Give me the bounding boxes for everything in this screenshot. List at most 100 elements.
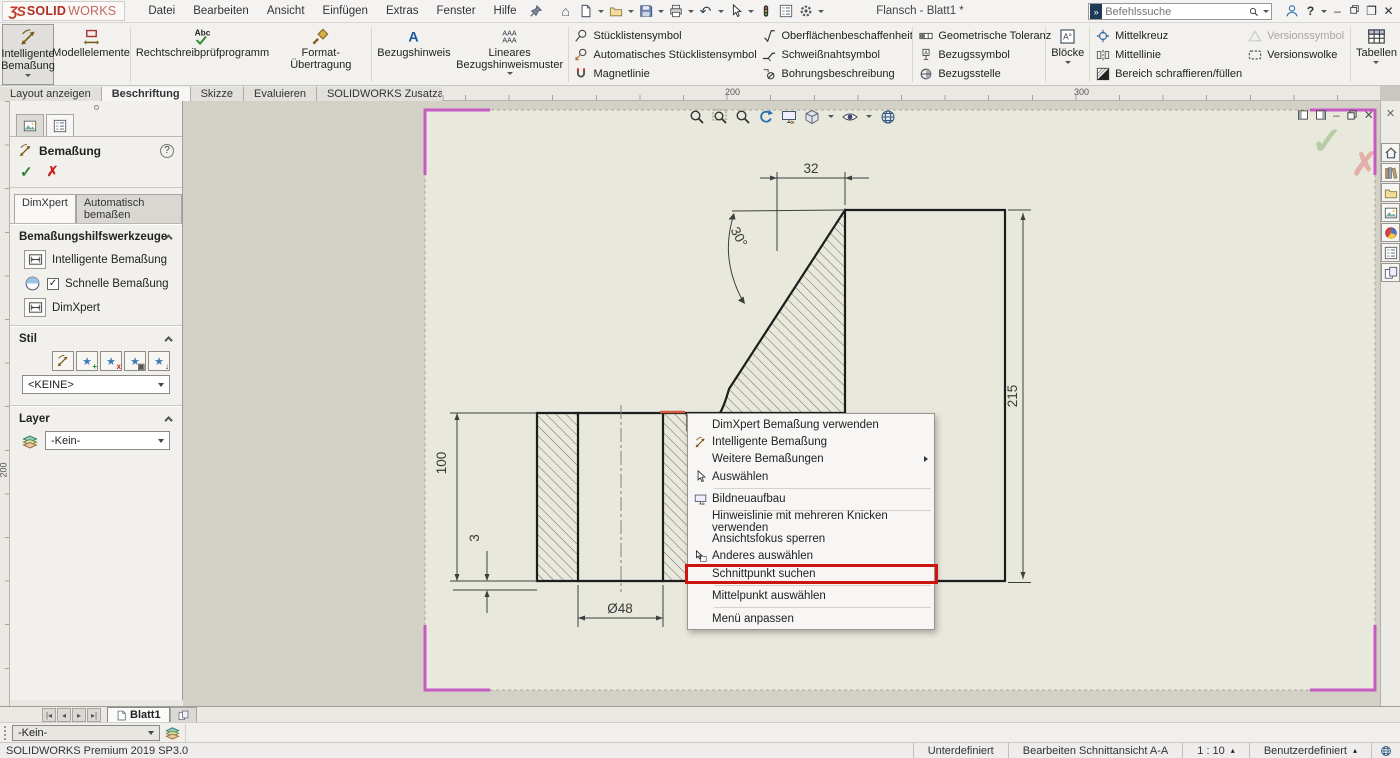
ribbon-mittellinie[interactable]: Mittellinie — [1096, 46, 1240, 63]
ribbon-oberflaechenbeschaffenheit[interactable]: Oberflächenbeschaffenheit — [762, 27, 906, 44]
display-style-icon[interactable] — [803, 108, 821, 126]
home-button[interactable]: ⌂ — [557, 2, 575, 20]
user-account-icon[interactable] — [1283, 2, 1301, 20]
collapse-chevron-icon[interactable] — [164, 416, 172, 424]
sheet-nav-prev-icon[interactable]: ◂ — [57, 708, 71, 722]
menu-item-bildneuaufbau[interactable]: Bildneuaufbau — [688, 491, 934, 508]
minimize-button[interactable]: – — [1329, 0, 1346, 22]
ok-button[interactable]: ✓ — [20, 163, 33, 181]
redraw-icon[interactable] — [780, 108, 798, 126]
ribbon-schweissnahtsymbol[interactable]: Schweißnahtsymbol — [762, 46, 906, 63]
ribbon-rechtschreibpruefung[interactable]: Rechtschreibprüfprogramm — [133, 24, 272, 85]
selection-filter-button[interactable] — [757, 2, 775, 20]
status-connection[interactable] — [1371, 743, 1400, 758]
group-header-bemassungshilfswerkzeuge[interactable]: Bemaßungshilfswerkzeuge — [10, 224, 182, 247]
style-dropdown[interactable]: <KEINE> — [22, 375, 170, 394]
taskpane-view-palette-button[interactable] — [1381, 203, 1400, 222]
ribbon-modellelemente[interactable]: Modellelemente — [54, 24, 128, 85]
menu-item-ansichtsfokus-sperren[interactable]: Ansichtsfokus sperren — [688, 530, 934, 547]
save-button[interactable] — [637, 2, 655, 20]
dropdown-caret[interactable] — [1373, 61, 1379, 64]
dim-100[interactable]: 100 — [434, 452, 449, 475]
scale-popup-arrow-icon[interactable]: ▴ — [1231, 746, 1235, 755]
open-button[interactable] — [607, 2, 625, 20]
sheet-nav-first-icon[interactable]: |◂ — [42, 708, 56, 722]
dock-left-icon[interactable] — [1297, 109, 1309, 121]
display-style-caret[interactable] — [828, 115, 834, 118]
menu-datei[interactable]: Datei — [139, 0, 184, 22]
group-header-layer[interactable]: Layer — [10, 406, 182, 429]
ribbon-bloecke[interactable]: Blöcke — [1048, 24, 1087, 85]
menu-item-auswaehlen[interactable]: Auswählen — [688, 468, 934, 485]
hide-show-items-icon[interactable] — [841, 108, 859, 126]
open-dropdown-caret[interactable] — [628, 10, 634, 13]
dim-32[interactable]: 32 — [803, 161, 818, 176]
select-dropdown-caret[interactable] — [748, 10, 754, 13]
ribbon-bereich-schraffieren[interactable]: Bereich schraffieren/füllen — [1096, 65, 1240, 82]
pm-tab-view-palette[interactable] — [16, 114, 44, 136]
layer-properties-button[interactable] — [164, 724, 186, 742]
ribbon-bezugssymbol[interactable]: Bezugssymbol — [919, 46, 1039, 63]
status-sheet-scale[interactable]: 1 : 10▴ — [1182, 743, 1249, 758]
style-add-button[interactable]: ★+ — [76, 351, 98, 371]
style-save-button[interactable]: ★▣ — [124, 351, 146, 371]
units-popup-arrow-icon[interactable]: ▴ — [1353, 746, 1357, 755]
ribbon-mittelkreuz[interactable]: Mittelkreuz — [1096, 27, 1240, 44]
tool-intelligente-bemassung[interactable]: Intelligente Bemaßung — [10, 247, 182, 272]
ribbon-stuecklistensymbol[interactable]: Stücklistensymbol — [574, 27, 754, 44]
sheet-nav-last-icon[interactable]: ▸| — [87, 708, 101, 722]
ribbon-format-uebertragung[interactable]: Format-Übertragung — [272, 24, 369, 85]
tool-dimxpert[interactable]: DimXpert — [10, 295, 182, 320]
taskpane-file-explorer-button[interactable] — [1381, 183, 1400, 202]
ribbon-versionswolke[interactable]: Versionswolke — [1248, 46, 1344, 63]
ribbon-intelligente-bemassung[interactable]: Intelligente Bemaßung — [2, 24, 54, 85]
style-load-button[interactable]: ★↓ — [148, 351, 170, 371]
taskpane-custom-properties-button[interactable] — [1381, 243, 1400, 262]
ribbon-bohrungsbeschreibung[interactable]: Bohrungsbeschreibung — [762, 65, 906, 82]
menu-item-menue-anpassen[interactable]: Menü anpassen — [688, 610, 934, 627]
dropdown-caret[interactable] — [25, 74, 31, 77]
sheet-nav-next-icon[interactable]: ▸ — [72, 708, 86, 722]
tab-skizze[interactable]: Skizze — [191, 86, 244, 101]
undo-button[interactable]: ↶ — [697, 2, 715, 20]
new-dropdown-caret[interactable] — [598, 10, 604, 13]
search-dropdown-caret[interactable] — [1263, 10, 1269, 13]
group-header-stil[interactable]: Stil — [10, 326, 182, 349]
menu-item-mittelpunkt-auswaehlen[interactable]: Mittelpunkt auswählen — [688, 588, 934, 605]
taskpane-design-library-button[interactable] — [1381, 163, 1400, 182]
confirmation-cancel-icon[interactable]: ✗ — [1351, 145, 1378, 183]
toolbar-grip[interactable] — [4, 726, 7, 740]
layer-dropdown[interactable]: -Kein- — [45, 431, 170, 450]
new-document-button[interactable] — [577, 2, 595, 20]
menu-ansicht[interactable]: Ansicht — [258, 0, 314, 22]
add-sheet-tab[interactable] — [170, 707, 197, 722]
print-dropdown-caret[interactable] — [688, 10, 694, 13]
doc-close-icon[interactable]: ✕ — [1364, 108, 1374, 122]
rotate-view-icon[interactable] — [757, 108, 775, 126]
tool-schnelle-bemassung[interactable]: ✓ Schnelle Bemaßung — [10, 272, 182, 295]
dropdown-caret[interactable] — [507, 72, 513, 75]
menu-item-intelligente-bemassung[interactable]: Intelligente Bemaßung — [688, 433, 934, 450]
ribbon-geometrische-toleranz[interactable]: Geometrische Toleranz — [919, 27, 1039, 44]
taskpane-compare-button[interactable] — [1381, 263, 1400, 282]
command-search-box[interactable]: » — [1088, 3, 1272, 20]
help-icon[interactable]: ? — [160, 144, 174, 158]
menu-extras[interactable]: Extras — [377, 0, 428, 22]
hide-show-caret[interactable] — [866, 115, 872, 118]
rapid-dimension-checkbox[interactable]: ✓ — [47, 278, 59, 290]
cancel-button[interactable]: ✗ — [47, 163, 59, 181]
menu-item-schnittpunkt-suchen[interactable]: Schnittpunkt suchen — [688, 565, 934, 582]
active-layer-dropdown[interactable]: -Kein- — [12, 725, 160, 741]
ribbon-magnetlinie[interactable]: Magnetlinie — [574, 65, 754, 82]
style-delete-button[interactable]: ★x — [100, 351, 122, 371]
search-input[interactable] — [1105, 6, 1247, 18]
view-settings-icon[interactable] — [879, 108, 897, 126]
tab-dimxpert[interactable]: DimXpert — [14, 194, 76, 223]
tab-automatisch-bemassen[interactable]: Automatisch bemaßen — [76, 194, 182, 223]
zoom-fit-icon[interactable] — [688, 108, 706, 126]
menu-item-dimxpert-bemassung-verwenden[interactable]: DimXpert Bemaßung verwenden — [688, 416, 934, 433]
select-button[interactable] — [727, 2, 745, 20]
menu-fenster[interactable]: Fenster — [428, 0, 485, 22]
zoom-area-icon[interactable] — [711, 108, 729, 126]
help-button[interactable]: ? — [1302, 0, 1319, 22]
